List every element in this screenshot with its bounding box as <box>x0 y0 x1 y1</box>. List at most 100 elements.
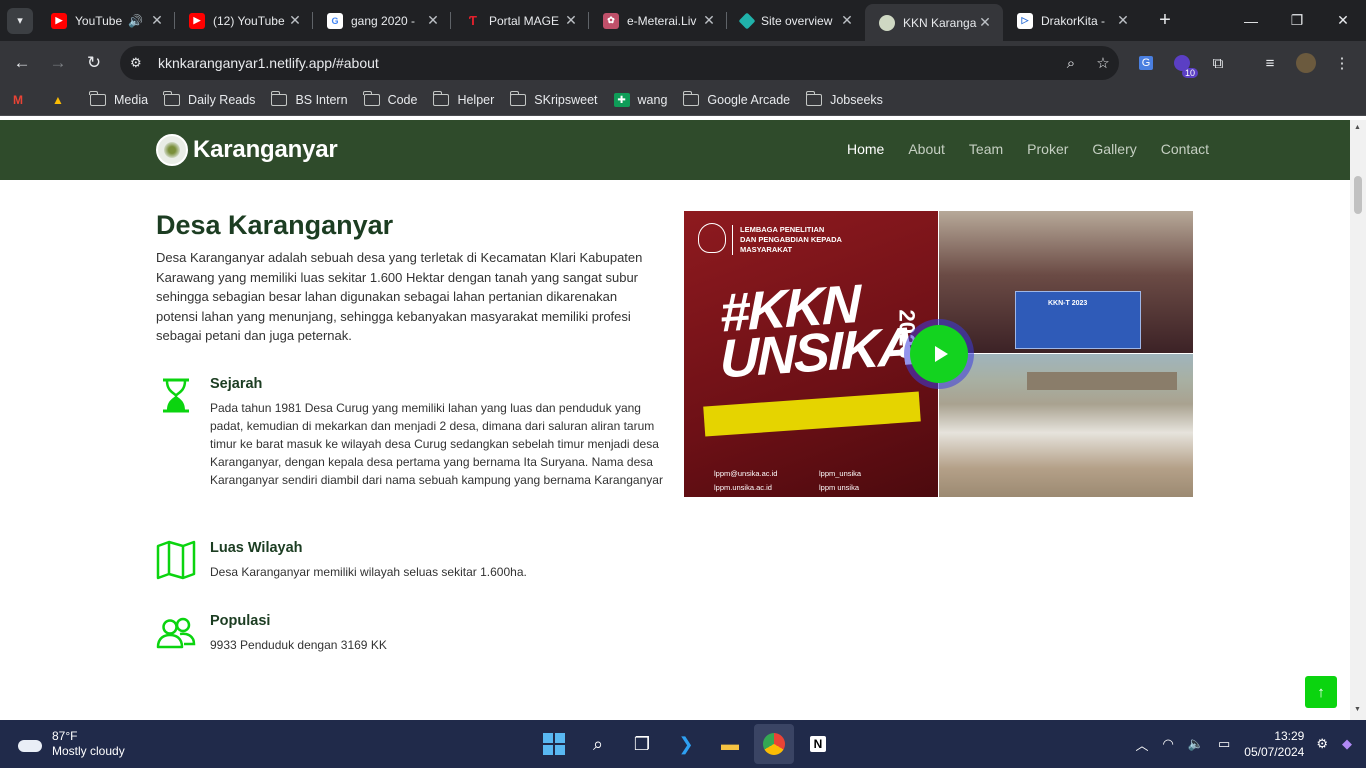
bookmark-label: SKripsweet <box>534 93 598 107</box>
tab-title: YouTube <box>75 13 123 28</box>
new-tab-button[interactable]: + <box>1151 9 1179 32</box>
speaker-icon[interactable]: 🔈 <box>1188 736 1204 752</box>
tab-strip: ▾ ▶ YouTube 🔊 ✕ ▶ (12) YouTube ✕ G gang … <box>0 0 1366 41</box>
nav-proker[interactable]: Proker <box>1027 141 1068 157</box>
clock-date: 05/07/2024 <box>1244 745 1305 759</box>
zoom-search-icon[interactable]: ⌕ <box>1055 55 1087 72</box>
poster-contacts: lppm@unsika.ac.id lppm_unsika lppm.unsik… <box>714 467 924 495</box>
close-icon[interactable]: ✕ <box>701 12 717 29</box>
about-media: LEMBAGA PENELITIAN DAN PENGABDIAN KEPADA… <box>684 211 1193 497</box>
bookmark-folder-media[interactable]: Media <box>89 91 149 107</box>
bookmark-label: Media <box>114 93 149 107</box>
menu-kebab-icon[interactable]: ⋮ <box>1324 48 1360 78</box>
speaker-icon[interactable]: 🔊 <box>128 14 143 28</box>
nav-gallery[interactable]: Gallery <box>1092 141 1136 157</box>
scrollbar-thumb[interactable] <box>1354 176 1362 214</box>
url-text[interactable]: kknkaranganyar1.netlify.app/#about <box>158 55 1055 71</box>
nav-about[interactable]: About <box>908 141 945 157</box>
scroll-down-icon[interactable]: ▼ <box>1354 706 1361 713</box>
vscode-icon[interactable]: ❯ <box>666 724 706 764</box>
clock-time: 13:29 <box>1274 729 1305 743</box>
back-icon[interactable]: ← <box>4 45 40 81</box>
close-icon[interactable]: ✕ <box>149 12 165 29</box>
forward-icon[interactable]: → <box>40 45 76 81</box>
tab-drakorkita[interactable]: ▷ DrakorKita - ✕ <box>1003 0 1141 41</box>
close-icon[interactable]: ✕ <box>839 12 855 29</box>
tab-portal[interactable]: Ƭ Portal MAGE ✕ <box>451 0 589 41</box>
tab-youtube[interactable]: ▶ YouTube 🔊 ✕ <box>37 0 175 41</box>
address-bar[interactable]: ⚙ kknkaranganyar1.netlify.app/#about ⌕ ☆ <box>120 46 1119 80</box>
bookmark-folder-helper[interactable]: Helper <box>432 91 495 107</box>
tab-site-overview[interactable]: Site overview ✕ <box>727 0 865 41</box>
file-explorer-icon[interactable]: ▬ <box>710 724 750 764</box>
bookmark-wang[interactable]: ✚ wang <box>613 93 667 107</box>
reload-icon[interactable]: ↻ <box>76 45 112 81</box>
weather-widget[interactable]: 87°F Mostly cloudy <box>16 729 125 759</box>
close-icon[interactable]: ✕ <box>425 12 441 29</box>
tab-search-button[interactable]: ▾ <box>7 7 33 34</box>
bookmark-label: Google Arcade <box>707 93 791 107</box>
bookmark-star-icon[interactable]: ☆ <box>1087 54 1119 72</box>
tab-kkn-karanganyar[interactable]: KKN Karanga ✕ <box>865 4 1003 41</box>
nav-home[interactable]: Home <box>847 141 884 157</box>
site-info-icon[interactable]: ⚙ <box>130 55 146 71</box>
tab-title: KKN Karanga <box>903 15 977 30</box>
youtube-icon: ▶ <box>51 12 67 29</box>
media-control-icon[interactable]: ≡ <box>1252 48 1288 78</box>
window-controls: — ❐ ✕ <box>1228 0 1366 41</box>
extension-badge-icon[interactable]: 10 <box>1164 48 1200 78</box>
contact-website: lppm.unsika.ac.id <box>714 483 772 492</box>
windows-taskbar: 87°F Mostly cloudy ⌕ ❐ ❯ ▬ N ︿ ◠ 🔈 ▭ 13:… <box>0 720 1366 768</box>
bookmark-folder-bs-intern[interactable]: BS Intern <box>270 91 348 107</box>
task-view-icon[interactable]: ❐ <box>622 724 662 764</box>
clock[interactable]: 13:29 05/07/2024 <box>1244 728 1304 760</box>
bookmark-folder-jobseeks[interactable]: Jobseeks <box>805 91 883 107</box>
web-page: Karanganyar Home About Team Proker Galle… <box>0 120 1350 720</box>
nav-contact[interactable]: Contact <box>1161 141 1209 157</box>
close-icon[interactable]: ✕ <box>563 12 579 29</box>
wifi-icon[interactable]: ◠ <box>1162 736 1173 752</box>
tab-google[interactable]: G gang 2020 - ✕ <box>313 0 451 41</box>
tab-list: ▶ YouTube 🔊 ✕ ▶ (12) YouTube ✕ G gang 20… <box>37 0 1141 41</box>
feature-title: Sejarah <box>210 376 263 392</box>
bookmark-gmail[interactable]: M <box>10 93 34 107</box>
battery-icon[interactable]: ▭ <box>1218 736 1230 752</box>
close-icon[interactable]: ✕ <box>977 14 993 31</box>
bookmark-drive[interactable]: ▲ <box>50 93 74 107</box>
start-button[interactable] <box>534 724 574 764</box>
restore-icon[interactable]: ❐ <box>1274 0 1320 41</box>
notion-icon[interactable]: N <box>798 724 838 764</box>
bookmark-folder-google-arcade[interactable]: Google Arcade <box>682 91 791 107</box>
feature-text: Pada tahun 1981 Desa Curug yang memiliki… <box>210 401 663 487</box>
search-icon[interactable]: ⌕ <box>578 724 618 764</box>
chevron-up-icon[interactable]: ︿ <box>1135 735 1148 754</box>
close-icon[interactable]: ✕ <box>1115 12 1131 29</box>
back-to-top-button[interactable]: ↑ <box>1305 676 1337 708</box>
bookmark-folder-daily-reads[interactable]: Daily Reads <box>163 91 255 107</box>
notification-bell-icon[interactable]: ⚙ <box>1316 736 1328 752</box>
puzzle-extensions-icon[interactable]: ⧉ <box>1200 48 1236 78</box>
bookmark-folder-code[interactable]: Code <box>362 91 417 107</box>
extension-badge-count: 10 <box>1181 68 1198 78</box>
minimize-icon[interactable]: — <box>1228 0 1274 41</box>
tab-emeterai[interactable]: ✿ e-Meterai.Liv ✕ <box>589 0 727 41</box>
translate-extension-icon[interactable]: G <box>1128 48 1164 78</box>
arrow-up-icon: ↑ <box>1317 683 1325 701</box>
banner-text: KKN-T 2023 <box>1048 300 1088 307</box>
chrome-icon[interactable] <box>754 724 794 764</box>
bookmark-folder-skripsweet[interactable]: SKripsweet <box>509 91 598 107</box>
tab-title: Portal MAGE <box>489 13 560 28</box>
close-icon[interactable]: ✕ <box>287 12 303 29</box>
close-window-icon[interactable]: ✕ <box>1320 0 1366 41</box>
tab-youtube-2[interactable]: ▶ (12) YouTube ✕ <box>175 0 313 41</box>
people-icon <box>156 617 196 649</box>
avatar[interactable] <box>1288 48 1324 78</box>
bookmark-label: Helper <box>457 93 495 107</box>
nav-team[interactable]: Team <box>969 141 1003 157</box>
site-logo[interactable]: Karanganyar <box>156 134 338 166</box>
page-scrollbar[interactable]: ▲ ▼ <box>1350 120 1366 720</box>
scroll-up-icon[interactable]: ▲ <box>1354 124 1361 131</box>
play-video-button[interactable] <box>910 325 968 383</box>
windows-logo-icon <box>543 733 565 755</box>
copilot-icon[interactable]: ◆ <box>1342 736 1352 752</box>
